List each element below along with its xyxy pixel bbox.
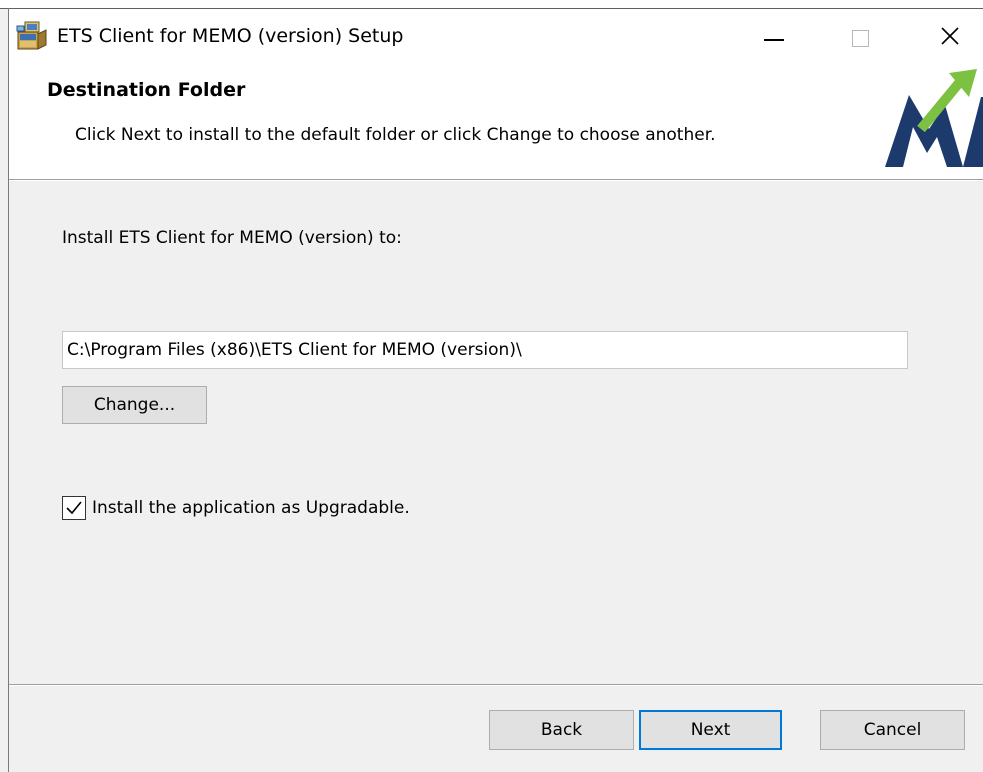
install-path-input[interactable] (62, 331, 908, 369)
background-window-strip (0, 0, 983, 8)
footer-divider-highlight (9, 685, 983, 686)
close-icon (940, 26, 960, 50)
maximize-icon (851, 29, 869, 47)
header-divider-highlight (9, 180, 983, 181)
checkmark-icon (66, 501, 82, 515)
install-location-label: Install ETS Client for MEMO (version) to… (62, 228, 402, 248)
upgradable-option[interactable]: Install the application as Upgradable. (62, 496, 410, 520)
maximize-button[interactable] (831, 9, 889, 67)
page-subtitle: Click Next to install to the default fol… (75, 125, 716, 145)
back-button[interactable]: Back (489, 710, 634, 750)
window-title: ETS Client for MEMO (version) Setup (57, 25, 404, 47)
dialog-header: Destination Folder Click Next to install… (9, 67, 983, 179)
upgradable-label: Install the application as Upgradable. (92, 498, 410, 518)
change-button[interactable]: Change... (62, 386, 207, 424)
close-button[interactable] (921, 9, 979, 67)
setup-window: ETS Client for MEMO (version) Setup Dest… (0, 0, 983, 772)
title-bar[interactable]: ETS Client for MEMO (version) Setup (9, 9, 983, 67)
memo-logo (871, 67, 983, 179)
upgradable-checkbox[interactable] (62, 496, 86, 520)
minimize-icon (764, 39, 784, 41)
next-button[interactable]: Next (639, 710, 782, 750)
installer-package-icon (15, 20, 49, 52)
page-title: Destination Folder (47, 79, 246, 101)
cancel-button[interactable]: Cancel (820, 710, 965, 750)
minimize-button[interactable] (745, 9, 803, 67)
